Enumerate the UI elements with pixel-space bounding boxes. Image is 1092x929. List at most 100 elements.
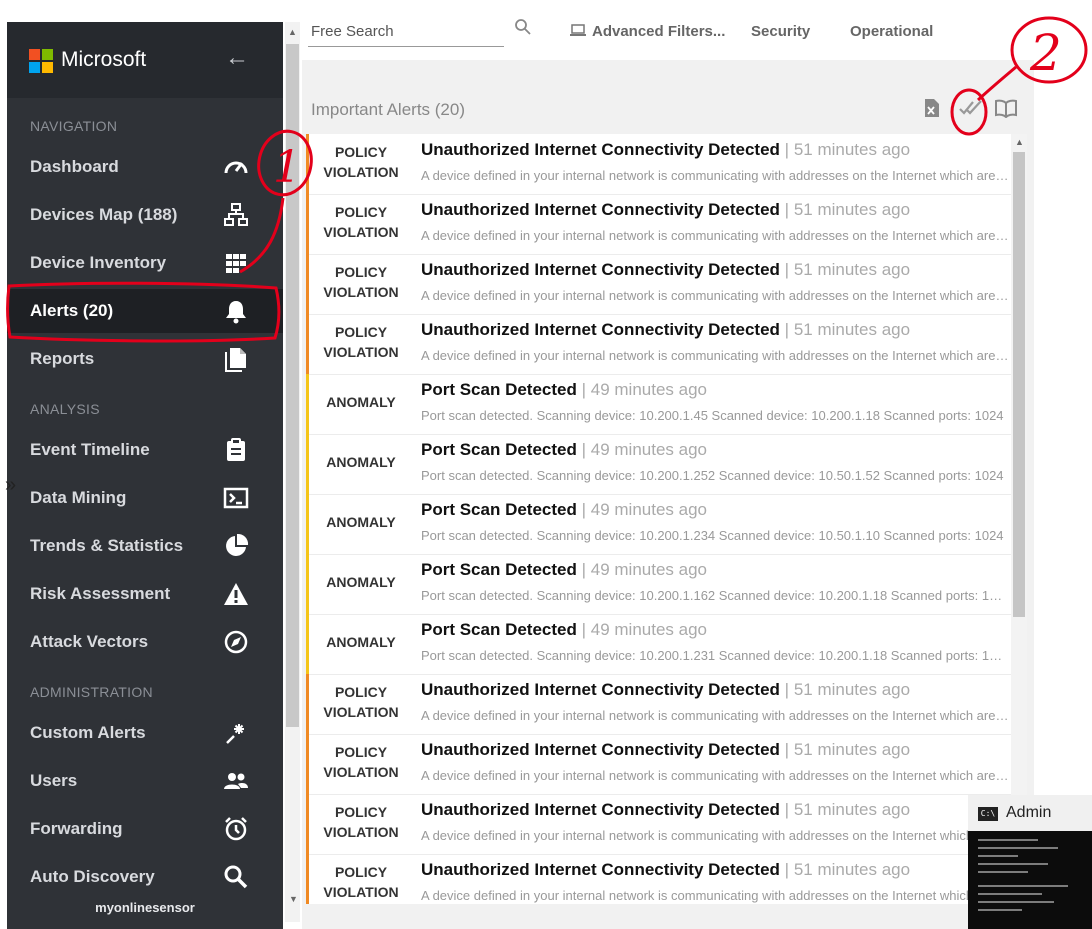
alert-title-line: Unauthorized Internet Connectivity Detec… xyxy=(421,200,910,220)
alert-row[interactable]: ANOMALY Port Scan Detected | 49 minutes a… xyxy=(306,374,1012,435)
alert-time: 51 minutes ago xyxy=(793,320,911,339)
alert-category-line2: VIOLATION xyxy=(323,764,399,780)
alert-row[interactable]: POLICY VIOLATION Unauthorized Internet Con… xyxy=(306,254,1012,315)
alert-description: Port scan detected. Scanning device: 10.… xyxy=(421,648,1009,663)
alerts-title: Important Alerts (20) xyxy=(311,100,466,119)
alert-category-line2: VIOLATION xyxy=(323,824,399,840)
alert-category: ANOMALY xyxy=(306,452,416,472)
sidebar-item-risk-assessment[interactable]: Risk Assessment xyxy=(7,572,283,616)
alert-category-line1: POLICY xyxy=(334,804,388,820)
advanced-filters-button[interactable]: Advanced Filters... xyxy=(592,23,725,40)
sidebar-item-data-mining[interactable]: Data Mining xyxy=(7,476,283,520)
alert-category-line2: VIOLATION xyxy=(323,284,399,300)
search-placeholder: Free Search xyxy=(311,23,394,40)
security-filter-tab[interactable]: Security xyxy=(751,23,810,40)
alert-description: A device defined in your internal networ… xyxy=(421,708,1009,723)
alert-category-line1: POLICY xyxy=(334,264,388,280)
alert-description: A device defined in your internal networ… xyxy=(421,828,1009,843)
title-separator: | xyxy=(779,200,794,219)
title-separator: | xyxy=(779,800,794,819)
pie-chart-icon xyxy=(226,533,249,556)
alert-category: ANOMALY xyxy=(306,512,416,532)
title-separator: | xyxy=(779,860,794,879)
search-icon xyxy=(224,865,248,889)
sidebar-item-label: Trends & Statistics xyxy=(30,536,184,555)
alert-category-line2: VIOLATION xyxy=(323,344,399,360)
alert-time: 49 minutes ago xyxy=(590,560,708,579)
scrollbar-thumb[interactable] xyxy=(286,44,299,727)
console-text-line xyxy=(978,855,1018,857)
alert-row[interactable]: POLICY VIOLATION Unauthorized Internet Con… xyxy=(306,794,1012,855)
sidebar-item-trends-statistics[interactable]: Trends & Statistics xyxy=(7,524,283,568)
arrow-left-icon[interactable]: ← xyxy=(225,44,249,72)
alert-category-line1: POLICY xyxy=(334,324,388,340)
sidebar-item-alerts[interactable]: Alerts (20) xyxy=(7,289,283,333)
alert-title-line: Port Scan Detected | 49 minutes ago xyxy=(421,440,707,460)
sidebar-item-forwarding[interactable]: Forwarding xyxy=(7,807,283,851)
sidebar-item-auto-discovery[interactable]: Auto Discovery xyxy=(7,855,283,899)
alert-row[interactable]: ANOMALY Port Scan Detected | 49 minutes a… xyxy=(306,494,1012,555)
sidebar-scrollbar[interactable]: ▲ xyxy=(285,22,300,922)
command-prompt-titlebar[interactable]: C:\ Admin xyxy=(968,795,1092,831)
alert-title: Unauthorized Internet Connectivity Detec… xyxy=(421,800,780,819)
sidebar-item-devices-map[interactable]: Devices Map (188) xyxy=(7,193,283,237)
scroll-up-arrow-icon[interactable]: ▲ xyxy=(1015,137,1024,147)
alert-row[interactable]: POLICY VIOLATION Unauthorized Internet Con… xyxy=(306,314,1012,375)
expand-chevron-icon[interactable]: » xyxy=(5,474,16,497)
search-icon[interactable] xyxy=(514,18,532,36)
clipboard-icon xyxy=(227,438,245,461)
scroll-down-arrow-icon[interactable]: ▼ xyxy=(289,894,298,904)
alert-title-line: Unauthorized Internet Connectivity Detec… xyxy=(421,800,910,820)
terminal-icon xyxy=(223,487,249,509)
sparkle-icon xyxy=(226,724,244,744)
alert-title: Unauthorized Internet Connectivity Detec… xyxy=(421,740,780,759)
alert-time: 51 minutes ago xyxy=(793,680,911,699)
sidebar-item-users[interactable]: Users xyxy=(7,759,283,803)
filter-bar: Free Search Advanced Filters... Security… xyxy=(302,18,1022,48)
alert-row[interactable]: POLICY VIOLATION Unauthorized Internet Con… xyxy=(306,674,1012,735)
command-prompt-window[interactable]: C:\ Admin xyxy=(968,795,1092,929)
alert-row[interactable]: ANOMALY Port Scan Detected | 49 minutes a… xyxy=(306,434,1012,495)
operational-filter-tab[interactable]: Operational xyxy=(850,23,933,40)
alert-row[interactable]: POLICY VIOLATION Unauthorized Internet Con… xyxy=(306,194,1012,255)
alert-title-line: Port Scan Detected | 49 minutes ago xyxy=(421,500,707,520)
alert-time: 49 minutes ago xyxy=(590,500,708,519)
alert-category: POLICY VIOLATION xyxy=(306,742,416,782)
alert-description: A device defined in your internal networ… xyxy=(421,168,1009,183)
alert-title-line: Port Scan Detected | 49 minutes ago xyxy=(421,560,707,580)
alert-list: POLICY VIOLATION Unauthorized Internet Con… xyxy=(306,134,1012,904)
alert-row[interactable]: POLICY VIOLATION Unauthorized Internet Con… xyxy=(306,134,1012,195)
console-text-line xyxy=(978,893,1042,895)
alert-category-line1: ANOMALY xyxy=(326,574,396,590)
alert-list-scrollbar[interactable]: ▲ xyxy=(1011,134,1027,904)
alert-time: 51 minutes ago xyxy=(793,200,911,219)
sensor-name: myonlinesensor xyxy=(95,900,195,915)
section-administration: ADMINISTRATION xyxy=(30,684,153,700)
network-icon xyxy=(224,203,248,226)
scrollbar-thumb[interactable] xyxy=(1013,152,1025,617)
sidebar-item-custom-alerts[interactable]: Custom Alerts xyxy=(7,711,283,755)
alert-row[interactable]: POLICY VIOLATION Unauthorized Internet Con… xyxy=(306,854,1012,904)
alert-row[interactable]: POLICY VIOLATION Unauthorized Internet Con… xyxy=(306,734,1012,795)
alert-description: Port scan detected. Scanning device: 10.… xyxy=(421,588,1009,603)
scroll-up-arrow-icon[interactable]: ▲ xyxy=(288,27,297,37)
sidebar-item-event-timeline[interactable]: Event Timeline xyxy=(7,428,283,472)
alert-title: Unauthorized Internet Connectivity Detec… xyxy=(421,860,780,879)
free-search-input[interactable]: Free Search xyxy=(308,18,504,47)
alert-row[interactable]: ANOMALY Port Scan Detected | 49 minutes a… xyxy=(306,554,1012,615)
export-excel-icon[interactable] xyxy=(922,98,942,118)
sidebar-item-reports[interactable]: Reports xyxy=(7,337,283,381)
book-icon[interactable] xyxy=(994,98,1018,118)
alert-category-line1: ANOMALY xyxy=(326,634,396,650)
acknowledge-all-icon[interactable] xyxy=(958,98,984,118)
alert-category-line1: POLICY xyxy=(334,684,388,700)
sidebar-item-device-inventory[interactable]: Device Inventory xyxy=(7,241,283,285)
sidebar-item-label: Data Mining xyxy=(30,488,127,507)
alert-description: A device defined in your internal networ… xyxy=(421,348,1009,363)
alert-category-line1: ANOMALY xyxy=(326,394,396,410)
bell-icon xyxy=(226,301,246,324)
sidebar-item-attack-vectors[interactable]: Attack Vectors xyxy=(7,620,283,664)
sidebar-item-dashboard[interactable]: Dashboard xyxy=(7,145,283,189)
alert-row[interactable]: ANOMALY Port Scan Detected | 49 minutes a… xyxy=(306,614,1012,675)
alert-title: Unauthorized Internet Connectivity Detec… xyxy=(421,200,780,219)
